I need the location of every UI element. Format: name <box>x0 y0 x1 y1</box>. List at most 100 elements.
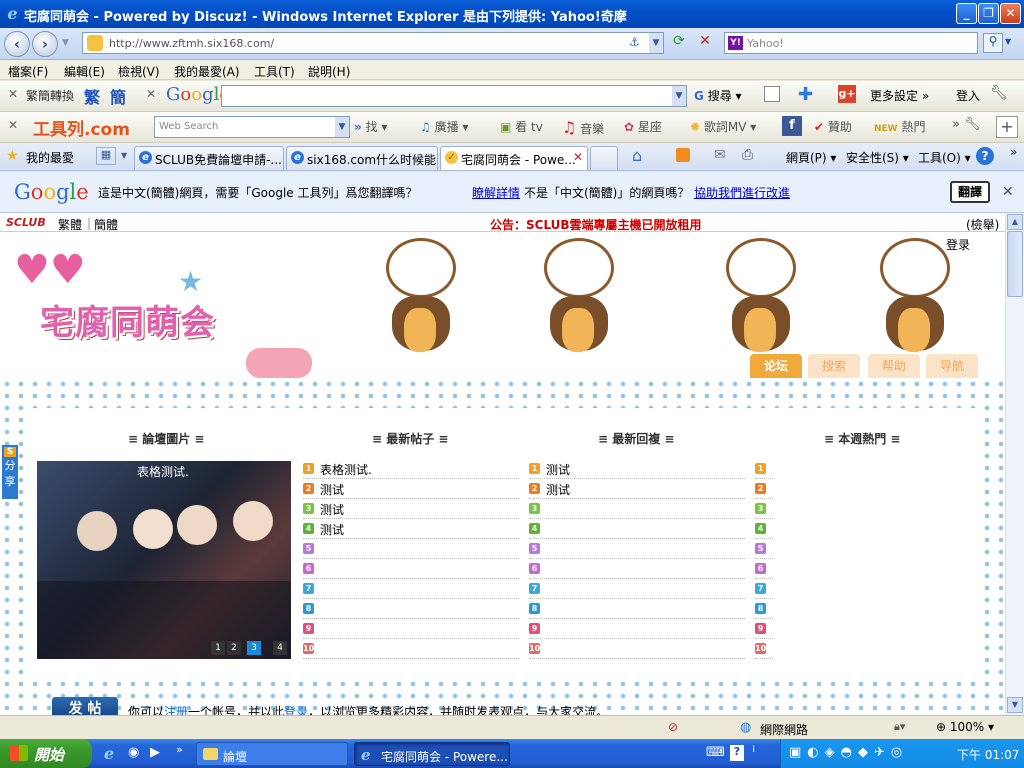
stop-icon[interactable]: ✕ <box>694 33 716 53</box>
menu-help[interactable]: 說明(H) <box>308 63 350 80</box>
page-rank-icon[interactable] <box>764 86 780 102</box>
list-item[interactable]: 2 测试 <box>303 479 519 499</box>
scroll-down-icon[interactable]: ▼ <box>1007 697 1023 713</box>
list-item-title[interactable]: 表格测试. <box>320 461 372 478</box>
sponsor-button[interactable]: ✔ 贊助 <box>814 118 852 135</box>
google-plus-icon[interactable]: g+ <box>838 85 856 103</box>
google-search-dropdown-icon[interactable]: ▼ <box>672 86 686 106</box>
home-icon[interactable]: ⌂ <box>632 146 642 165</box>
minimize-button[interactable]: _ <box>956 3 977 24</box>
clock[interactable]: 下午 01:07 <box>957 746 1019 763</box>
quicklaunch-more-icon[interactable]: » <box>176 743 183 756</box>
forward-button[interactable]: › <box>32 31 58 57</box>
slideshow-caption[interactable]: 表格测试. <box>137 463 189 480</box>
tab-list-icon[interactable]: ▼ <box>121 151 127 160</box>
list-item-title[interactable]: 测试 <box>546 481 570 498</box>
favorites-button[interactable]: 我的最愛 <box>26 149 74 166</box>
help-icon[interactable]: ? <box>976 147 994 165</box>
keyboard-icon[interactable]: ⌨ <box>706 745 725 760</box>
menu-view[interactable]: 檢視(V) <box>118 63 160 80</box>
search-field[interactable]: Y! Yahoo! <box>724 32 978 54</box>
back-button[interactable]: ‹ <box>4 31 30 57</box>
facebook-icon[interactable]: f <box>782 116 802 136</box>
menu-file[interactable]: 檔案(F) <box>8 63 48 80</box>
learn-more-link[interactable]: 瞭解詳情 <box>472 184 520 201</box>
nav-search[interactable]: 搜索 <box>808 354 860 378</box>
tab-active[interactable]: ✓ 宅腐同萌会 - Powe... ✕ <box>440 146 588 170</box>
list-item-title[interactable]: 测试 <box>546 461 570 478</box>
horoscope-button[interactable]: ✿ 星座 <box>624 118 662 135</box>
hot-button[interactable]: NEW 熱門 <box>874 118 925 135</box>
search-icon[interactable]: ⚲ <box>983 33 1003 53</box>
close-google-icon[interactable]: ✕ <box>146 87 156 101</box>
image-slideshow[interactable]: 表格测试. 1 2 3 4 <box>37 461 291 659</box>
list-item[interactable]: 1 表格测试. <box>303 459 519 479</box>
tray-icons[interactable]: ▣◐◈◓◆✈◎ <box>789 745 908 760</box>
lyrics-mv-button[interactable]: ✺ 歌詞MV ▾ <box>690 118 756 135</box>
close-translate-icon[interactable]: ✕ <box>1002 184 1014 200</box>
quick-tabs-icon[interactable]: ▦ <box>96 147 116 165</box>
announcement[interactable]: 公告：SCLUB雲端專屬主機已開放租用 <box>490 216 702 233</box>
nav-forum[interactable]: 论坛 <box>750 354 802 378</box>
maximize-button[interactable]: ❐ <box>978 3 999 24</box>
tab-six168[interactable]: e six168.com什么时候能... <box>286 146 438 170</box>
google-search-button[interactable]: G 搜尋 ▾ <box>694 87 742 104</box>
site-logo[interactable]: 宅腐同萌会 <box>40 295 215 344</box>
list-item[interactable]: 4 测试 <box>303 519 519 539</box>
taskbar-item-ie[interactable]: e 宅腐同萌会 - Powere... <box>354 742 510 766</box>
taskbar-item-folder[interactable]: 論壇 <box>196 742 348 766</box>
music-button[interactable]: ♫ 音樂 <box>562 118 604 137</box>
footer-register-link[interactable]: 注册 <box>164 705 188 715</box>
tv-button[interactable]: ▣ 看 tv <box>500 118 543 135</box>
more-settings-button[interactable]: 更多設定 » <box>870 87 929 104</box>
report-link[interactable]: (檢舉) <box>966 216 999 233</box>
close-toolbar-icon[interactable]: ✕ <box>8 87 18 101</box>
list-item-title[interactable]: 测试 <box>320 481 344 498</box>
simplified-button[interactable]: 簡 <box>110 84 126 108</box>
scroll-up-icon[interactable]: ▲ <box>1007 214 1023 230</box>
close-tab-icon[interactable]: ✕ <box>573 150 583 164</box>
refresh-icon[interactable]: ⟳ <box>668 33 690 53</box>
web-search-dropdown-icon[interactable]: ▼ <box>335 117 349 137</box>
media-player-icon[interactable]: ▶ <box>150 745 160 760</box>
address-field[interactable]: http://www.zftmh.six168.com/ ⚓ ▼ <box>82 32 664 54</box>
google-search-input[interactable]: ▼ <box>221 85 687 107</box>
address-dropdown-icon[interactable]: ▼ <box>649 33 663 53</box>
popup-blocked-icon[interactable]: ⊘ <box>668 720 678 734</box>
wrench-icon[interactable]: 🔧︎ <box>990 85 1008 101</box>
new-tab-button[interactable] <box>590 146 618 170</box>
tab-overflow-icon[interactable]: » <box>1010 145 1017 159</box>
close-button[interactable]: ✕ <box>1000 3 1021 24</box>
vertical-scrollbar[interactable]: ▲ ▼ <box>1005 213 1024 715</box>
favorites-star-icon[interactable]: ★ <box>6 148 19 164</box>
nav-guide[interactable]: 导航 <box>926 354 978 378</box>
nav-help[interactable]: 帮助 <box>868 354 920 378</box>
scroll-thumb[interactable] <box>1007 231 1023 297</box>
protected-mode-icon[interactable]: 🔒︎▾ <box>894 720 905 734</box>
tab-sclub[interactable]: e SCLUB免費論壇申請-... <box>134 146 284 170</box>
footer-login-link[interactable]: 登录 <box>284 705 308 715</box>
menu-edit[interactable]: 編輯(E) <box>64 63 105 80</box>
simplified-link[interactable]: 簡體 <box>94 216 118 233</box>
toolbar-more-icon[interactable]: » 🔧︎ <box>952 117 981 132</box>
ie-quicklaunch-icon[interactable]: e <box>104 744 114 763</box>
slide-page-2[interactable]: 2 <box>227 641 241 655</box>
signin-button[interactable]: 登入 <box>956 87 980 104</box>
list-item[interactable]: 1 测试 <box>529 459 745 479</box>
print-icon[interactable]: ⎙ <box>742 147 753 163</box>
slide-page-3[interactable]: 3 <box>247 641 261 655</box>
history-dropdown-icon[interactable]: ▼ <box>62 38 69 48</box>
radio-button[interactable]: ♫ 廣播 ▾ <box>420 118 468 135</box>
safety-menu[interactable]: 安全性(S) ▾ <box>846 149 909 166</box>
help-tray-icon[interactable]: ? <box>730 745 744 761</box>
sclub-logo[interactable]: SCLUB <box>6 216 46 229</box>
menu-favorites[interactable]: 我的最愛(A) <box>174 63 240 80</box>
traditional-button[interactable]: 繁 <box>84 84 100 108</box>
post-button[interactable]: 发 帖 <box>52 697 118 715</box>
tools-menu[interactable]: 工具(O) ▾ <box>918 149 971 166</box>
compat-view-icon[interactable]: ⚓ <box>629 35 640 49</box>
add-toolbar-icon[interactable]: + <box>996 116 1018 138</box>
feeds-icon[interactable] <box>676 148 690 162</box>
list-item[interactable]: 3 测试 <box>303 499 519 519</box>
start-button[interactable]: 開始 <box>0 739 92 768</box>
